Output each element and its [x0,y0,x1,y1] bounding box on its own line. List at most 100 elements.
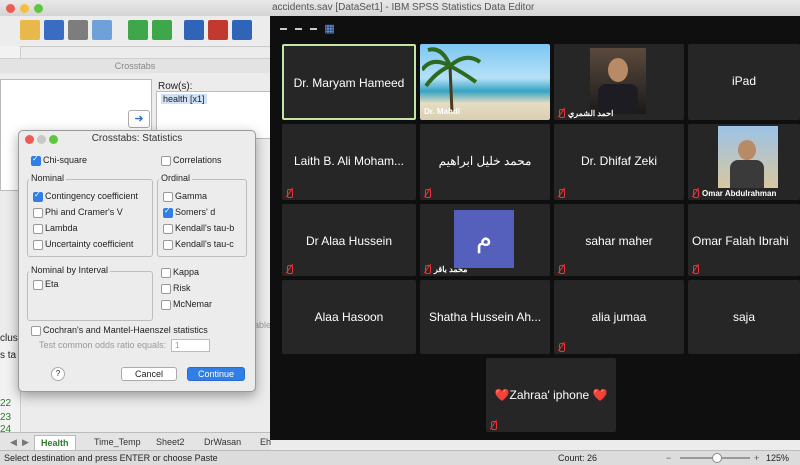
tab-health[interactable]: Health [34,435,76,451]
zoom-top-bar: ▦ [280,22,335,36]
row-number: 23 [0,412,12,423]
zoom-meeting-window: ▦ Dr. Maryam Hameed Dr. Mahdi احمد الشمر… [270,16,800,440]
muted-mic-icon [556,342,566,352]
muted-mic-icon [422,188,432,198]
tau-c-label: Kendall's tau-c [175,239,234,249]
muted-mic-icon [284,264,294,274]
move-right-button[interactable]: ➜ [128,110,150,128]
participant-tile[interactable]: Alaa Hasoon [282,280,416,354]
somers-checkbox[interactable] [163,206,173,218]
chi-square-label: Chi-square [43,155,88,165]
participant-name: Dr. Dhifaf Zeki [580,154,658,168]
participant-name: Alaa Hasoon [314,310,384,324]
redo-icon[interactable] [152,20,172,40]
participant-tile[interactable]: Dr. Maryam Hameed [282,44,416,120]
odds-ratio-input[interactable]: 1 [171,339,210,352]
participant-name: Dr. Maryam Hameed [293,76,405,90]
save-icon[interactable] [44,20,64,40]
participant-tile[interactable]: Laith B. Ali Moham... [282,124,416,200]
participant-tile[interactable]: Dr. Dhifaf Zeki [554,124,684,200]
statistics-dialog: Crosstabs: Statistics Chi-square Correla… [18,130,256,392]
rows-item[interactable]: health [x1] [161,94,207,104]
tab-drwasan[interactable]: DrWasan [198,435,247,449]
participant-tile[interactable]: Dr Alaa Hussein [282,204,416,276]
participant-tile[interactable]: Shatha Hussein Ah... [420,280,550,354]
participant-tile[interactable]: Omar Falah Ibrahi [688,204,800,276]
nominal-group-title: Nominal [29,173,67,183]
participant-tile[interactable]: احمد الشمري [554,44,684,120]
zoom-dash-icon [294,27,302,30]
tab-sheet2[interactable]: Sheet2 [150,435,191,449]
somers-label: Somers' d [175,207,216,217]
zoom-out-icon[interactable]: − [666,451,671,465]
zoom-dash-icon [280,27,287,30]
tile-caption: Omar Abdulrahman [702,189,777,198]
undo-icon[interactable] [128,20,148,40]
cochran-checkbox[interactable] [31,326,41,336]
help-button[interactable]: ? [51,367,65,381]
participant-name: alia jumaa [591,310,647,324]
lambda-label: Lambda [45,223,78,233]
crosstabs-title: Crosstabs [0,59,270,73]
print-icon[interactable] [68,20,88,40]
chi-square-checkbox[interactable] [31,154,41,166]
zoom-in-icon[interactable]: + [754,451,759,465]
mcnemar-checkbox[interactable] [161,300,171,310]
variables-icon[interactable] [232,20,252,40]
status-bar: Select destination and press ENTER or ch… [0,450,800,465]
gallery-view-icon[interactable]: ▦ [324,23,334,35]
participant-tile[interactable]: Dr. Mahdi [420,44,550,120]
zoom-dash-icon [309,27,317,30]
eta-checkbox[interactable] [33,280,43,290]
tile-caption: محمد باقر [434,265,468,274]
muted-mic-icon [422,264,432,274]
participant-tile[interactable]: saja [688,280,800,354]
odds-ratio-label: Test common odds ratio equals: [39,340,167,350]
eta-label: Eta [45,279,59,289]
phi-label: Phi and Cramer's V [45,207,123,217]
participant-tile[interactable]: alia jumaa [554,280,684,354]
participant-tile[interactable]: ❤️Zahraa' iphone ❤️ [486,358,616,432]
participant-tile[interactable]: م محمد باقر [420,204,550,276]
participant-avatar: م [454,210,514,268]
lambda-checkbox[interactable] [33,224,43,234]
participant-name: saja [732,310,755,324]
gamma-label: Gamma [175,191,208,201]
cancel-button[interactable]: Cancel [121,367,177,381]
continue-button[interactable]: Continue [187,367,245,381]
muted-mic-icon [556,108,566,118]
tau-b-checkbox[interactable] [163,224,173,234]
window-title: accidents.sav [DataSet1] - IBM SPSS Stat… [272,2,535,13]
participant-tile[interactable]: iPad [688,44,800,120]
zoom-slider-knob[interactable] [712,453,722,463]
uncertainty-checkbox[interactable] [33,240,43,250]
tau-c-checkbox[interactable] [163,240,173,250]
tab-scroll-right[interactable]: ▶ [16,435,35,449]
close-window-button[interactable] [6,4,15,13]
participant-tile[interactable]: محمد خليل ابراهيم [420,124,550,200]
recall-dialog-icon[interactable] [92,20,112,40]
phi-checkbox[interactable] [33,208,43,218]
kappa-checkbox[interactable] [161,268,171,278]
maximize-window-button[interactable] [34,4,43,13]
goto-variable-icon[interactable] [208,20,228,40]
status-count: Count: 26 [558,453,598,463]
correlations-checkbox[interactable] [161,156,171,166]
risk-checkbox[interactable] [161,284,171,294]
minimize-window-button[interactable] [20,4,29,13]
participant-tile[interactable]: Omar Abdulrahman [688,124,800,200]
participant-name: محمد خليل ابراهيم [438,154,532,168]
tab-time-temp[interactable]: Time_Temp [88,435,147,449]
text-fragment: s ta [0,350,17,361]
participant-name: Dr Alaa Hussein [305,234,393,248]
participant-name: sahar maher [585,234,653,248]
goto-case-icon[interactable] [184,20,204,40]
open-folder-icon[interactable] [20,20,40,40]
gamma-checkbox[interactable] [163,192,173,202]
dialog-title: Crosstabs: Statistics [91,133,183,144]
toolbar [0,16,270,47]
kappa-label: Kappa [173,267,200,277]
participant-tile[interactable]: sahar maher [554,204,684,276]
contingency-checkbox[interactable] [33,190,43,202]
participant-name: Shatha Hussein Ah... [428,310,542,324]
